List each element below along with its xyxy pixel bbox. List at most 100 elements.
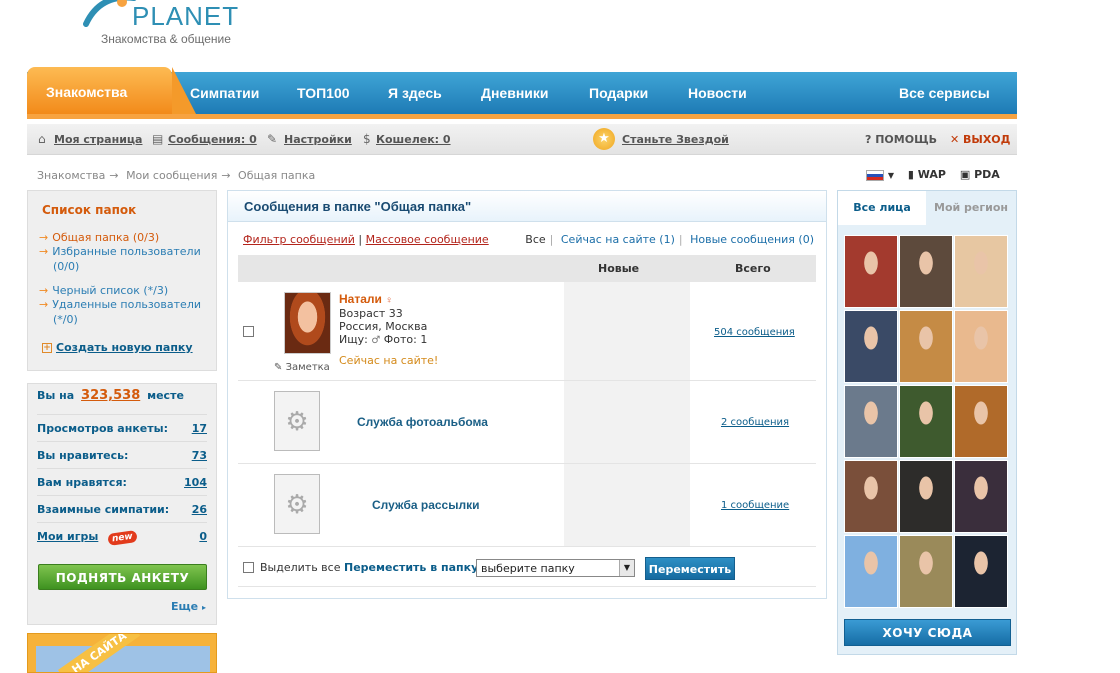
message-count-link[interactable]: 504 сообщения: [714, 327, 795, 338]
row-checkbox[interactable]: [243, 326, 254, 337]
face-thumbnail[interactable]: [899, 460, 953, 533]
tab-all-faces[interactable]: Все лица: [838, 191, 926, 225]
online-status: Сейчас на сайте!: [339, 354, 439, 367]
home-icon: ⌂: [38, 132, 46, 146]
nav-item-diaries[interactable]: Дневники: [481, 85, 549, 101]
nav-item-top100[interactable]: ТОП100: [297, 85, 350, 101]
folder-item-blacklist[interactable]: → Черный список (*/3): [39, 283, 209, 298]
face-thumbnail[interactable]: [954, 235, 1008, 308]
stat-label: Взаимные симпатии:: [37, 503, 170, 516]
face-thumbnail[interactable]: [844, 460, 898, 533]
nav-item-news[interactable]: Новости: [688, 85, 747, 101]
message-count-link[interactable]: 1 сообщение: [721, 500, 789, 511]
message-icon: ▤: [152, 132, 164, 146]
messages-link[interactable]: Сообщения: 0: [168, 133, 257, 146]
create-folder-label: Создать новую папку: [56, 341, 193, 354]
my-page-link[interactable]: Моя страница: [54, 133, 142, 146]
rank-value[interactable]: 323,538: [81, 388, 140, 403]
move-button[interactable]: Переместить: [645, 557, 735, 580]
tab-online-now[interactable]: Сейчас на сайте (1): [561, 233, 675, 246]
site-logo[interactable]: PLANET Знакомства & общение: [82, 0, 252, 50]
wap-link[interactable]: WAP: [918, 168, 946, 181]
exit-label: ВЫХОД: [963, 133, 1011, 146]
table-row: ⚙ Служба рассылки 1 сообщение: [238, 464, 816, 547]
service-name[interactable]: Служба рассылки: [372, 498, 479, 512]
stat-value-link[interactable]: 104: [184, 476, 207, 489]
nav-item-gifts[interactable]: Подарки: [589, 85, 648, 101]
tab-all[interactable]: Все: [525, 233, 545, 246]
user-name: Натали: [339, 292, 382, 306]
filter-messages-link[interactable]: Фильтр сообщений: [243, 233, 355, 246]
stat-row: Вам нравятся: 104: [37, 469, 207, 496]
face-thumbnail[interactable]: [899, 235, 953, 308]
face-thumbnail[interactable]: [899, 385, 953, 458]
move-to-folder-label: Переместить в папку:: [344, 561, 483, 574]
nav-item-here[interactable]: Я здесь: [388, 85, 442, 101]
face-thumbnail[interactable]: [899, 310, 953, 383]
folder-item-general[interactable]: → Общая папка (0/3): [39, 230, 209, 245]
arrow-icon: →: [39, 245, 49, 258]
nav-item-dating[interactable]: Знакомства: [46, 84, 127, 100]
face-thumbnail[interactable]: [844, 385, 898, 458]
messages-title: Сообщения в папке "Общая папка": [228, 191, 826, 222]
message-filters: Фильтр сообщений | Массовое сообщение: [243, 233, 489, 246]
wrench-icon: ✎: [267, 132, 278, 146]
mass-message-link[interactable]: Массовое сообщение: [366, 233, 489, 246]
user-name-link[interactable]: Натали ♀: [339, 292, 393, 306]
service-name[interactable]: Служба фотоальбома: [357, 415, 488, 429]
nav-item-all-services[interactable]: Все сервисы: [899, 85, 990, 101]
become-star-link[interactable]: Станьте Звездой: [622, 133, 729, 146]
folder-label: Удаленные пользователи (*/0): [52, 298, 201, 326]
settings-link[interactable]: Настройки: [284, 133, 352, 146]
nav-item-sympathy[interactable]: Симпатии: [190, 85, 259, 101]
stat-value-link[interactable]: 0: [199, 530, 207, 543]
breadcrumb-item[interactable]: Знакомства: [37, 169, 105, 182]
dollar-icon: $: [363, 132, 371, 146]
dropdown-arrow-icon[interactable]: ▼: [888, 171, 894, 180]
tab-new-messages[interactable]: Новые сообщения (0): [690, 233, 814, 246]
folder-select[interactable]: выберите папку ▼: [476, 559, 635, 577]
stat-value-link[interactable]: 26: [192, 503, 207, 516]
tab-my-region[interactable]: Мой регион: [926, 191, 1016, 225]
face-thumbnail[interactable]: [954, 460, 1008, 533]
folder-item-deleted[interactable]: → Удаленные пользователи (*/0): [39, 297, 209, 327]
nav-tab-active[interactable]: Знакомства: [27, 67, 196, 114]
want-here-button[interactable]: ХОЧУ СЮДА: [844, 619, 1011, 646]
help-link[interactable]: ? ПОМОЩЬ: [865, 133, 937, 146]
my-games-link[interactable]: Мои игры: [37, 530, 98, 543]
table-row: ✎ Заметка Натали ♀ Возраст 33 Россия, Мо…: [238, 282, 816, 381]
stat-value-link[interactable]: 73: [192, 449, 207, 462]
new-badge: new: [107, 530, 138, 546]
message-count-link[interactable]: 2 сообщения: [721, 417, 789, 428]
face-thumbnail[interactable]: [844, 235, 898, 308]
folder-item-favorites[interactable]: → Избранные пользователи (0/0): [39, 244, 209, 274]
user-search-info: Ищу: ♂ Фото: 1: [339, 333, 427, 346]
arrow-right-icon: →: [221, 169, 231, 182]
promo-banner[interactable]: НА САЙТА: [27, 633, 217, 673]
rank-prefix: Вы на: [37, 389, 75, 402]
russia-flag-icon[interactable]: [866, 169, 884, 181]
select-all-checkbox[interactable]: [243, 562, 254, 573]
face-thumbnail[interactable]: [954, 535, 1008, 608]
face-thumbnail[interactable]: [954, 310, 1008, 383]
face-thumbnail[interactable]: [844, 535, 898, 608]
help-label: ПОМОЩЬ: [875, 133, 938, 146]
stat-value-link[interactable]: 17: [192, 422, 207, 435]
create-folder-link[interactable]: + Создать новую папку: [42, 341, 193, 354]
pda-icon: ▣: [959, 168, 971, 181]
breadcrumb: Знакомства → Мои сообщения → Общая папка: [37, 169, 319, 182]
lift-profile-button[interactable]: ПОДНЯТЬ АНКЕТУ: [38, 564, 207, 590]
face-thumbnail[interactable]: [954, 385, 1008, 458]
more-link[interactable]: Еще ▸: [171, 600, 206, 613]
wallet-link[interactable]: Кошелек: 0: [376, 133, 451, 146]
note-link[interactable]: ✎ Заметка: [274, 362, 330, 373]
avatar[interactable]: [284, 292, 331, 354]
face-thumbnail[interactable]: [899, 535, 953, 608]
pda-link[interactable]: PDA: [974, 168, 1000, 181]
exit-link[interactable]: ✕ ВЫХОД: [950, 133, 1010, 146]
user-location: Россия, Москва: [339, 320, 428, 333]
service-gear-icon: ⚙: [274, 474, 320, 534]
breadcrumb-item[interactable]: Мои сообщения: [126, 169, 217, 182]
folder-select-value: выберите папку: [481, 562, 575, 575]
face-thumbnail[interactable]: [844, 310, 898, 383]
